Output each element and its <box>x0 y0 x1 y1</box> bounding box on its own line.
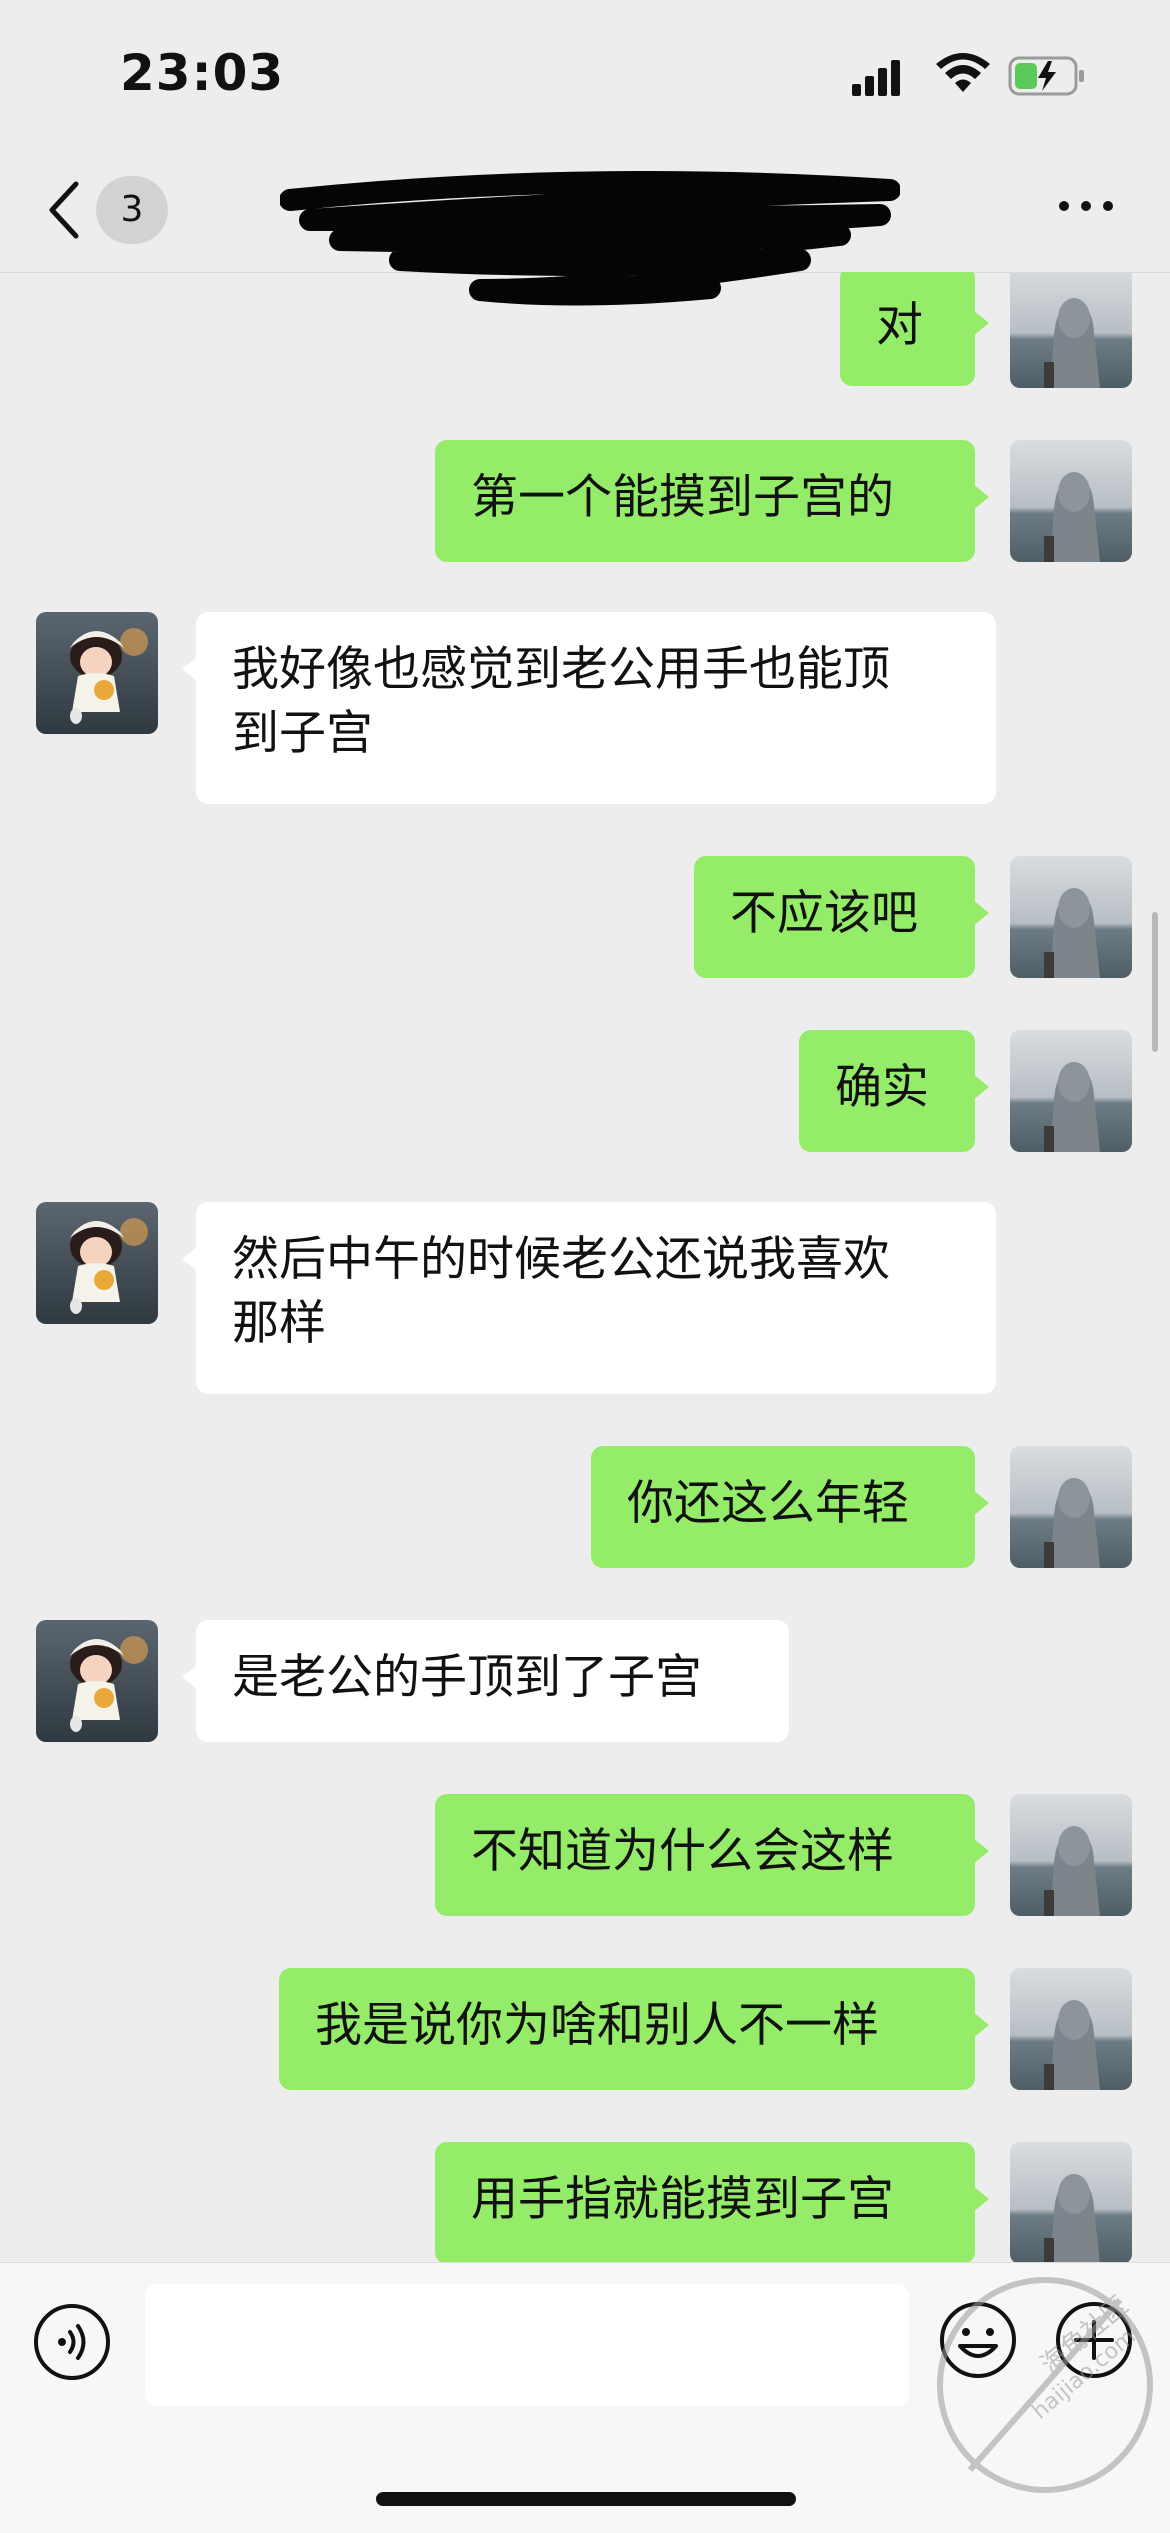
message-text: 不应该吧 <box>730 886 918 941</box>
my-avatar[interactable] <box>1010 1030 1132 1152</box>
message-text-line: 然后中午的时候老公还说我喜欢 <box>232 1232 890 1287</box>
unread-count-badge[interactable]: 3 <box>96 176 168 244</box>
my-avatar[interactable] <box>1010 272 1132 388</box>
message-row: 你还这么年轻 <box>0 1446 1170 1576</box>
contact-avatar[interactable] <box>36 1620 158 1742</box>
message-row: 不应该吧 <box>0 856 1170 986</box>
message-text-line: 那样 <box>232 1296 326 1351</box>
sent-bubble[interactable]: 确实 <box>799 1030 989 1152</box>
sent-bubble[interactable]: 第一个能摸到子宫的 <box>435 440 989 562</box>
sent-bubble[interactable]: 不应该吧 <box>694 856 989 978</box>
watermark-logo: 海角社区 haijiao.com <box>937 2277 1153 2493</box>
message-text: 你还这么年轻 <box>627 1476 909 1531</box>
home-indicator[interactable] <box>376 2492 796 2506</box>
message-row: 第一个能摸到子宫的 <box>0 440 1170 570</box>
my-avatar[interactable] <box>1010 1968 1132 2090</box>
status-time: 23:03 <box>120 44 285 102</box>
my-avatar[interactable] <box>1010 1446 1132 1568</box>
back-chevron-icon[interactable] <box>44 180 84 240</box>
message-row: 确实 <box>0 1030 1170 1160</box>
message-row: 用手指就能摸到子宫 <box>0 2142 1170 2262</box>
message-text: 对 <box>876 298 923 353</box>
message-row: 然后中午的时候老公还说我喜欢 那样 <box>0 1202 1170 1402</box>
message-text-line: 到子宫 <box>232 706 373 761</box>
signal-icon <box>852 60 900 96</box>
battery-charging-icon <box>1008 56 1084 96</box>
message-text: 确实 <box>835 1060 929 1115</box>
received-bubble[interactable]: 是老公的手顶到了子宫 <box>182 1620 789 1742</box>
message-list[interactable]: 对 第一个能摸到子宫的 我好像也感觉到老公用手也能顶 到子宫 不应该吧 确实 然… <box>0 272 1170 2262</box>
my-avatar[interactable] <box>1010 440 1132 562</box>
message-row: 对 <box>0 272 1170 396</box>
my-avatar[interactable] <box>1010 1794 1132 1916</box>
contact-avatar[interactable] <box>36 612 158 734</box>
message-input[interactable] <box>145 2284 909 2406</box>
received-bubble[interactable]: 我好像也感觉到老公用手也能顶 到子宫 <box>182 612 996 804</box>
message-text: 第一个能摸到子宫的 <box>471 470 894 525</box>
message-text: 我是说你为啥和别人不一样 <box>315 1998 879 2053</box>
message-text: 不知道为什么会这样 <box>471 1824 894 1879</box>
my-avatar[interactable] <box>1010 2142 1132 2262</box>
sent-bubble[interactable]: 用手指就能摸到子宫 <box>435 2142 989 2262</box>
more-icon[interactable] <box>1056 196 1116 216</box>
message-row: 我是说你为啥和别人不一样 <box>0 1968 1170 2098</box>
wifi-icon <box>936 53 990 92</box>
message-row: 是老公的手顶到了子宫 <box>0 1620 1170 1750</box>
received-bubble[interactable]: 然后中午的时候老公还说我喜欢 那样 <box>182 1202 996 1394</box>
sent-bubble[interactable]: 我是说你为啥和别人不一样 <box>279 1968 989 2090</box>
message-row: 不知道为什么会这样 <box>0 1794 1170 1924</box>
message-text: 用手指就能摸到子宫 <box>471 2172 894 2227</box>
voice-icon[interactable] <box>32 2302 112 2382</box>
message-text: 是老公的手顶到了子宫 <box>232 1650 702 1705</box>
message-text-line: 我好像也感觉到老公用手也能顶 <box>232 642 890 697</box>
sent-bubble[interactable]: 你还这么年轻 <box>591 1446 989 1568</box>
sent-bubble[interactable]: 不知道为什么会这样 <box>435 1794 989 1916</box>
sent-bubble[interactable]: 对 <box>840 272 989 386</box>
my-avatar[interactable] <box>1010 856 1132 978</box>
contact-avatar[interactable] <box>36 1202 158 1324</box>
scrollbar[interactable] <box>1152 912 1158 1052</box>
message-row: 我好像也感觉到老公用手也能顶 到子宫 <box>0 612 1170 812</box>
